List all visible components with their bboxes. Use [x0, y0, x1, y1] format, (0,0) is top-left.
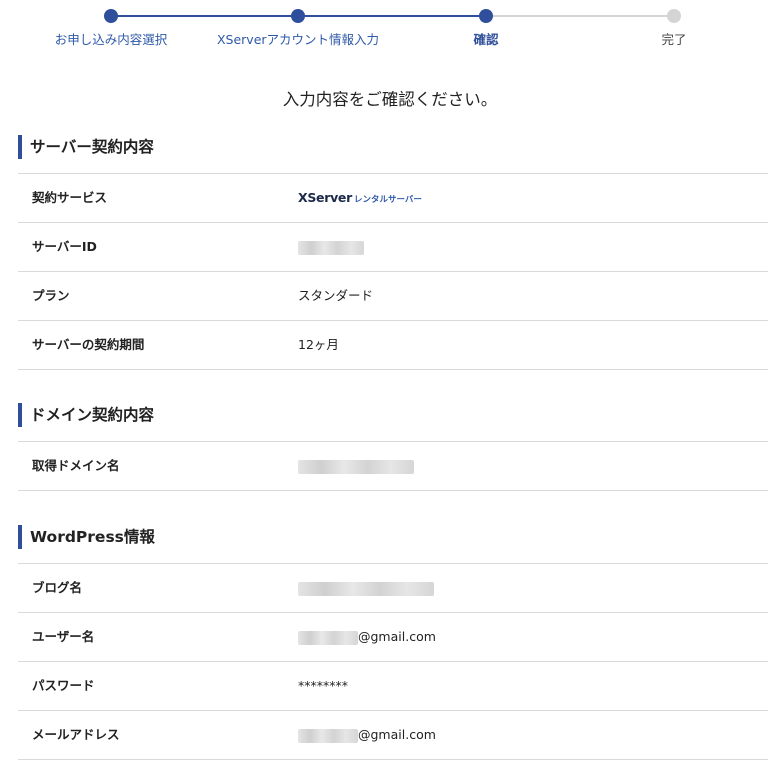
- plan-value: スタンダード: [298, 288, 374, 303]
- redacted-email: [298, 728, 358, 743]
- step-account-info: XServerアカウント情報入力: [198, 0, 398, 48]
- step-label: お申し込み内容選択: [54, 32, 168, 47]
- table-row: 契約サービス XServer レンタルサーバー: [18, 174, 768, 223]
- contract-period-value: 12ヶ月: [298, 337, 339, 352]
- password-value: ********: [298, 678, 348, 693]
- progress-stepper: お申し込み内容選択 XServerアカウント情報入力 確認 完了: [0, 0, 780, 60]
- table-row: ユーザー名 @gmail.com: [18, 613, 768, 662]
- step-complete: 完了: [574, 0, 774, 48]
- row-label: メールアドレス: [32, 727, 120, 742]
- step-dot-done: [291, 9, 305, 23]
- step-dot-done: [104, 9, 118, 23]
- email-value: @gmail.com: [298, 711, 436, 759]
- section-title-domain: ドメイン契約内容: [18, 403, 154, 427]
- row-label: サーバーID: [32, 239, 97, 254]
- server-contract-table: 契約サービス XServer レンタルサーバー サーバーID プラン スタンダード…: [18, 173, 768, 370]
- redacted-domain: [298, 459, 414, 474]
- logo-main-text: XServer: [298, 190, 352, 205]
- table-row: パスワード ********: [18, 662, 768, 711]
- step-label: 完了: [661, 32, 687, 47]
- domain-value: [298, 442, 414, 490]
- step-label: XServerアカウント情報入力: [216, 32, 380, 47]
- section-title-server: サーバー契約内容: [18, 135, 154, 159]
- domain-contract-table: 取得ドメイン名: [18, 441, 768, 491]
- row-label: サーバーの契約期間: [32, 337, 145, 352]
- row-label: 契約サービス: [32, 190, 108, 205]
- table-row: 取得ドメイン名: [18, 442, 768, 491]
- confirmation-lead-text: 入力内容をご確認ください。: [282, 90, 498, 109]
- redacted-blog-name: [298, 581, 434, 596]
- wordpress-info-table: ブログ名 ユーザー名 @gmail.com パスワード ******** メール…: [18, 563, 768, 760]
- section-title-wordpress: WordPress情報: [18, 525, 155, 549]
- username-domain: @gmail.com: [358, 629, 436, 644]
- username-value: @gmail.com: [298, 613, 436, 661]
- table-row: メールアドレス @gmail.com: [18, 711, 768, 760]
- step-select-plan: お申し込み内容選択: [11, 0, 211, 48]
- row-label: プラン: [32, 288, 70, 303]
- step-dot-current: [479, 9, 493, 23]
- row-label: ユーザー名: [32, 629, 95, 644]
- table-row: サーバーの契約期間 12ヶ月: [18, 321, 768, 370]
- table-row: プラン スタンダード: [18, 272, 768, 321]
- step-label: 確認: [473, 32, 499, 47]
- redacted-server-id: [298, 240, 364, 255]
- server-id-value: [298, 223, 364, 271]
- row-label: ブログ名: [32, 580, 83, 595]
- blog-name-value: [298, 564, 434, 612]
- row-label: 取得ドメイン名: [32, 458, 120, 473]
- step-confirm: 確認: [386, 0, 586, 48]
- step-dot-todo: [667, 9, 681, 23]
- table-row: ブログ名: [18, 564, 768, 613]
- row-label: パスワード: [32, 678, 95, 693]
- xserver-logo: XServer レンタルサーバー: [298, 174, 422, 224]
- email-domain: @gmail.com: [358, 727, 436, 742]
- table-row: サーバーID: [18, 223, 768, 272]
- redacted-username: [298, 630, 358, 645]
- logo-sub-text: レンタルサーバー: [353, 195, 422, 205]
